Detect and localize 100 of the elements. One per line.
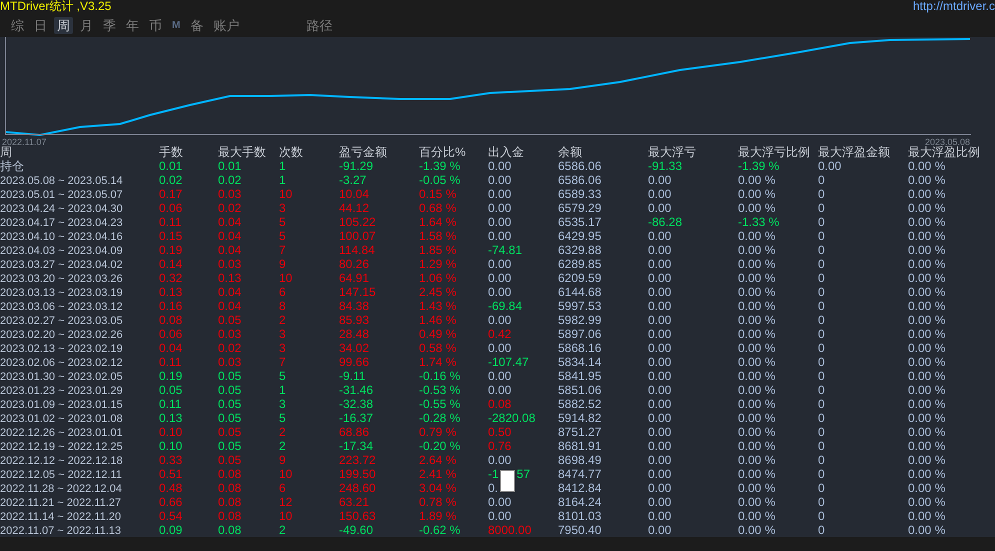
- week-cell: 2023.02.20 ~ 2023.02.26: [0, 329, 123, 342]
- table-cell: 1.29 %: [419, 257, 456, 272]
- table-cell: 0.03: [218, 327, 242, 342]
- table-cell: 0.15 %: [419, 187, 456, 202]
- table-cell: 0.00 %: [908, 285, 946, 300]
- axis-label: 2022.11.07: [2, 138, 46, 147]
- table-cell: 10: [279, 271, 292, 286]
- table-cell: 0.50: [488, 425, 512, 440]
- table-cell: 0.00: [488, 495, 512, 510]
- table-cell: 5841.95: [558, 369, 602, 384]
- column-header: 次数: [279, 145, 304, 160]
- table-cell: 6: [279, 285, 286, 300]
- table-cell: 1.64 %: [419, 215, 456, 230]
- table-cell: 0.09: [159, 523, 182, 538]
- table-cell: 0.05: [218, 453, 242, 468]
- table-cell: 0.78 %: [419, 495, 456, 510]
- table-cell: 1.06 %: [419, 271, 456, 286]
- table-cell: 100.07: [339, 229, 376, 244]
- table-cell: 0.00 %: [738, 369, 776, 384]
- table-cell: 0.00 %: [908, 383, 946, 398]
- table-cell: 0.02: [218, 341, 242, 356]
- week-cell: 2023.05.08 ~ 2023.05.14: [0, 175, 123, 188]
- table-cell: 0.00: [648, 481, 672, 496]
- path-button[interactable]: 路径: [306, 17, 332, 34]
- table-cell: 0.00: [648, 313, 672, 328]
- period-tab[interactable]: 周: [54, 17, 73, 34]
- period-tab[interactable]: M: [169, 17, 184, 34]
- table-cell: 0.76: [488, 439, 512, 454]
- table-cell: 0.11: [159, 355, 182, 370]
- week-cell: 2022.11.14 ~ 2022.11.20: [0, 511, 122, 524]
- table-cell: 0.06: [159, 327, 182, 342]
- week-cell: 2023.01.30 ~ 2023.02.05: [0, 371, 123, 384]
- table-cell: -31.46: [339, 383, 374, 398]
- table-cell: 0.00 %: [908, 355, 946, 370]
- table-cell: 0.00 %: [738, 229, 776, 244]
- table-cell: 0.00 %: [738, 439, 776, 454]
- table-cell: 0.19: [159, 369, 182, 384]
- period-tab[interactable]: 备: [187, 17, 206, 34]
- table-cell: 6579.29: [558, 201, 602, 216]
- table-cell: -1.39 %: [419, 159, 460, 174]
- table-cell: 28.48: [339, 327, 370, 342]
- table-cell: 1.85 %: [419, 243, 456, 258]
- table-cell: 0.00: [488, 369, 512, 384]
- table-cell: 6429.95: [558, 229, 602, 244]
- table-cell: 0.05: [218, 313, 242, 328]
- table-cell: 68.86: [339, 425, 370, 440]
- table-cell: 0.00: [648, 243, 672, 258]
- period-tab[interactable]: 月: [77, 17, 96, 34]
- table-cell: 0.00 %: [908, 439, 946, 454]
- table-cell: 99.66: [339, 355, 370, 370]
- table-cell: 1.43 %: [419, 299, 456, 314]
- table-cell: 10.04: [339, 187, 370, 202]
- column-header: 周: [0, 145, 12, 160]
- period-tab[interactable]: 币: [146, 17, 165, 34]
- table-cell: 0.00 %: [908, 397, 946, 412]
- table-cell: -2820.08: [488, 411, 536, 426]
- table-cell: 0.00 %: [738, 509, 776, 524]
- table-cell: 3: [279, 397, 286, 412]
- table-cell: 0.00 %: [908, 453, 946, 468]
- table-cell: 0.00: [818, 159, 842, 174]
- table-cell: 199.50: [339, 467, 376, 482]
- table-cell: 0.16: [159, 299, 182, 314]
- period-tab[interactable]: 季: [100, 17, 119, 34]
- table-cell: 0.00: [488, 159, 512, 174]
- period-tab[interactable]: 综: [8, 17, 27, 34]
- table-cell: 80.26: [339, 257, 370, 272]
- table-cell: 0.00 %: [738, 285, 776, 300]
- table-cell: 0.51: [159, 467, 182, 482]
- table-cell: 0.00: [488, 453, 512, 468]
- table-cell: 2: [279, 523, 286, 538]
- table-cell: 0.: [488, 481, 498, 496]
- table-cell: 5: [279, 411, 286, 426]
- table-cell: 34.02: [339, 341, 370, 356]
- table-cell: -3.27: [339, 173, 366, 188]
- table-cell: 6: [279, 481, 286, 496]
- table-cell: 0.02: [218, 201, 242, 216]
- table-cell: 0.13: [159, 285, 182, 300]
- table-cell: 2: [279, 439, 286, 454]
- table-cell: 0.08: [159, 313, 182, 328]
- period-tab[interactable]: 年: [123, 17, 142, 34]
- table-cell: -0.55 %: [419, 397, 460, 412]
- table-cell: 0.17: [159, 187, 182, 202]
- website-link[interactable]: http://mtdriver.c: [912, 0, 995, 12]
- table-cell: 0.00: [648, 341, 672, 356]
- table-cell: 0.00 %: [738, 383, 776, 398]
- table-cell: -0.53 %: [419, 383, 460, 398]
- week-cell: 2023.04.10 ~ 2023.04.16: [0, 231, 123, 244]
- table-cell: 0: [818, 439, 825, 454]
- table-cell: 0.00: [648, 453, 672, 468]
- period-tab[interactable]: 账户: [210, 17, 242, 34]
- table-cell: 0.08: [218, 481, 242, 496]
- table-cell: 0: [818, 257, 825, 272]
- table-cell: 0: [818, 313, 825, 328]
- week-cell: 2023.01.09 ~ 2023.01.15: [0, 399, 123, 412]
- period-tab[interactable]: 日: [31, 17, 50, 34]
- table-cell: 0.48: [159, 481, 182, 496]
- week-cell: 2023.01.23 ~ 2023.01.29: [0, 385, 123, 398]
- table-cell: 0.00 %: [908, 313, 946, 328]
- column-header: 最大浮盈金额: [818, 145, 891, 160]
- table-cell: 0.42: [488, 327, 512, 342]
